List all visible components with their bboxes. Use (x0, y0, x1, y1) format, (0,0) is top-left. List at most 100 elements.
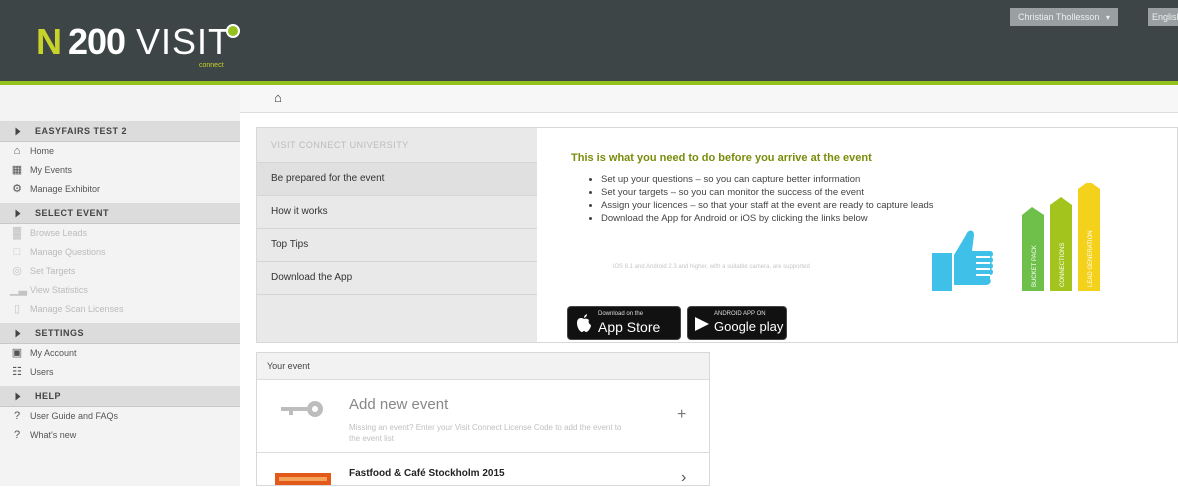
sidebar-item-manage-exhibitor[interactable]: ⚙ Manage Exhibitor (0, 180, 240, 199)
googleplay-small-label: ANDROID APP ON (714, 311, 766, 317)
event-list-item[interactable]: Fastfood & Café Stockholm 2015 › (257, 453, 709, 487)
university-title: VISIT CONNECT UNIVERSITY (257, 128, 537, 163)
steps-list: Set up your questions – so you can captu… (587, 173, 961, 225)
logo-visit: VISIT (136, 21, 232, 62)
sidebar-item-label: My Account (30, 348, 77, 358)
sidebar-item-label: My Events (30, 165, 73, 175)
stats-icon: ▁▃ (10, 284, 27, 296)
content-heading: This is what you need to do before you a… (571, 152, 872, 164)
chevron-down-icon: ▾ (1105, 13, 1110, 22)
university-content: This is what you need to do before you a… (537, 128, 1177, 342)
sidebar-item-label: Manage Scan Licenses (30, 304, 124, 314)
collapse-triangle-icon (15, 329, 21, 338)
apple-icon (577, 314, 591, 332)
sidebar-section-title: SETTINGS (35, 328, 85, 338)
sidebar-item-home[interactable]: ⌂ Home (0, 142, 240, 161)
sidebar-item-users[interactable]: ☷ Users (0, 363, 240, 382)
sidebar-item-label: Manage Questions (30, 247, 106, 257)
university-tabs: VISIT CONNECT UNIVERSITY Be prepared for… (257, 128, 537, 342)
google-play-button[interactable]: ANDROID APP ON Google play (687, 306, 787, 340)
sidebar-section-help[interactable]: HELP (0, 386, 240, 407)
sidebar-item-label: View Statistics (30, 285, 88, 295)
settings-icon: ⚙ (12, 183, 22, 195)
users-icon: ☷ (12, 366, 22, 378)
sidebar-item-label: Browse Leads (30, 228, 88, 238)
sidebar-item-browse-leads[interactable]: ▓ Browse Leads (0, 224, 240, 243)
collapse-triangle-icon (15, 209, 21, 218)
visit-connect-university-panel: VISIT CONNECT UNIVERSITY Be prepared for… (256, 127, 1178, 343)
sidebar-item-label: Home (30, 146, 55, 156)
growth-bars: BUCKET PACK CONNECTIONS LEAD GENERATION (1022, 183, 1100, 291)
sidebar: EASYFAIRS TEST 2 ⌂ Home ▦ My Events ⚙ Manag… (0, 85, 240, 486)
bar-label-bucket-pack: BUCKET PACK (1032, 245, 1038, 287)
growth-illustration: BUCKET PACK CONNECTIONS LEAD GENERATION (932, 183, 1100, 291)
sidebar-item-manage-scan-licenses[interactable]: ▯ Manage Scan Licenses (0, 300, 240, 319)
chevron-right-icon[interactable]: › (681, 469, 686, 487)
collapse-triangle-icon (15, 127, 21, 136)
event-thumbnail-stripe (279, 477, 327, 481)
list-item: Assign your licences – so that your staf… (601, 199, 961, 212)
sidebar-item-label: Set Targets (30, 266, 76, 276)
target-icon: ◎ (12, 265, 22, 277)
calendar-icon: ▦ (11, 164, 23, 176)
sidebar-item-label: Users (30, 367, 54, 377)
bar-chart-icon: ▓ (12, 227, 22, 239)
logo-n: N (36, 21, 62, 62)
sidebar-item-my-events[interactable]: ▦ My Events (0, 161, 240, 180)
bar-label-lead-generation: LEAD GENERATION (1088, 230, 1094, 287)
sidebar-item-user-guide[interactable]: ? User Guide and FAQs (0, 407, 240, 426)
user-menu-dropdown[interactable]: Christian Thollesson ▾ (1010, 8, 1118, 26)
your-event-panel: Your event Add new event Missing an even… (256, 352, 710, 486)
tab-download-app[interactable]: Download the App (257, 262, 537, 295)
logo-200: 200 (68, 21, 126, 62)
thumbs-up-icon (932, 230, 993, 291)
sidebar-section-title: SELECT EVENT (35, 208, 110, 218)
sidebar-section-title: EASYFAIRS TEST 2 (35, 126, 128, 136)
os-support-note: iOS 8.1 and Android 2.3 and higher, with… (613, 264, 810, 270)
question-icon: ? (13, 429, 21, 441)
logo-dot-icon (226, 24, 240, 38)
tab-how-it-works[interactable]: How it works (257, 196, 537, 229)
sidebar-item-my-account[interactable]: ▣ My Account (0, 344, 240, 363)
home-icon: ⌂ (13, 145, 21, 157)
sidebar-section-settings[interactable]: SETTINGS (0, 323, 240, 344)
appstore-small-label: Download on the (598, 311, 644, 317)
add-new-event-row[interactable]: Add new event Missing an event? Enter yo… (257, 380, 709, 453)
event-name: Fastfood & Café Stockholm 2015 (349, 468, 505, 479)
sidebar-item-label: Manage Exhibitor (30, 184, 101, 194)
add-event-description: Missing an event? Enter your Visit Conne… (349, 423, 622, 443)
home-icon[interactable]: ⌂ (274, 90, 282, 105)
document-icon: □ (13, 246, 21, 258)
sidebar-item-manage-questions[interactable]: □ Manage Questions (0, 243, 240, 262)
list-item: Download the App for Android or iOS by c… (601, 212, 961, 225)
user-name: Christian Thollesson (1018, 12, 1100, 22)
sidebar-section-select-event[interactable]: SELECT EVENT (0, 203, 240, 224)
phone-icon: ▯ (13, 303, 21, 315)
bar-label-connections: CONNECTIONS (1060, 243, 1066, 287)
plus-icon[interactable]: + (677, 406, 686, 424)
list-item: Set up your questions – so you can captu… (601, 173, 961, 186)
key-icon (281, 401, 323, 417)
list-item: Set your targets – so you can monitor th… (601, 186, 961, 199)
tab-be-prepared[interactable]: Be prepared for the event (257, 163, 537, 196)
language-selector[interactable]: English (1148, 8, 1178, 26)
top-header: N 200 VISIT connect Christian Thollesson… (0, 0, 1178, 85)
sidebar-item-view-statistics[interactable]: ▁▃ View Statistics (0, 281, 240, 300)
appstore-big-label: App Store (598, 319, 661, 335)
play-store-icon (695, 317, 709, 331)
sidebar-section-easyfairs[interactable]: EASYFAIRS TEST 2 (0, 121, 240, 142)
tab-top-tips[interactable]: Top Tips (257, 229, 537, 262)
add-event-title: Add new event (349, 396, 449, 413)
your-event-header: Your event (257, 353, 709, 380)
breadcrumb: ⌂ (240, 85, 1178, 113)
account-icon: ▣ (11, 347, 23, 359)
collapse-triangle-icon (15, 392, 21, 401)
app-store-button[interactable]: Download on the App Store (567, 306, 681, 340)
sidebar-item-set-targets[interactable]: ◎ Set Targets (0, 262, 240, 281)
logo-subtitle: connect (199, 62, 224, 69)
sidebar-item-whats-new[interactable]: ? What's new (0, 426, 240, 445)
question-icon: ? (13, 410, 21, 422)
sidebar-item-label: What's new (30, 430, 77, 440)
sidebar-item-label: User Guide and FAQs (30, 411, 119, 421)
